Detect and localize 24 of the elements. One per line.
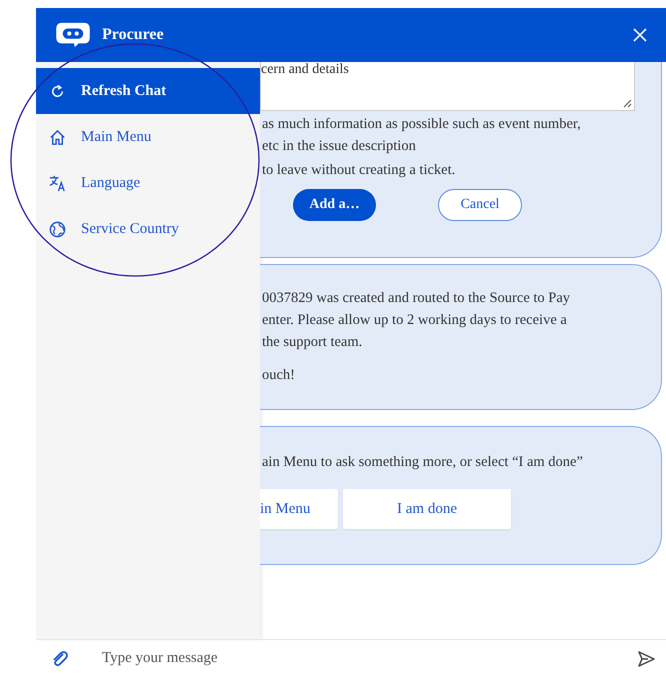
message-text: ain Menu to ask something more, or select “I am done” (261, 453, 584, 472)
menu-item[interactable]: Main Menu (36, 114, 260, 160)
issue-textarea[interactable]: cern and details (260, 62, 635, 111)
globe-icon (48, 220, 67, 238)
window-title: Procuree (102, 26, 165, 44)
resize-grip-icon (622, 98, 632, 108)
menu-item[interactable]: Language (36, 160, 260, 206)
message-text: etc in the issue description (261, 137, 417, 156)
message-text: 0037829 was created and routed to the Source to Pay (261, 289, 572, 308)
choice-button[interactable]: I am done (343, 489, 511, 529)
action-button[interactable]: Cancel (438, 189, 522, 221)
message-text: as much information as possible such as event number, (261, 115, 582, 134)
translate-icon (48, 174, 67, 192)
menu-item[interactable]: Service Country (36, 206, 260, 252)
choice-button[interactable]: in Menu (260, 489, 338, 529)
message-text: the support team. (261, 333, 364, 352)
message-text: to leave without creating a ticket. (261, 161, 456, 180)
menu-item[interactable]: Refresh Chat (36, 68, 260, 114)
message-text: ouch! (261, 366, 296, 385)
action-button[interactable]: Add a… (293, 189, 376, 221)
send-icon[interactable] (636, 648, 656, 668)
message-text: enter. Please allow up to 2 working days to receive a (261, 311, 568, 330)
robot-logo-icon (54, 21, 92, 49)
home-icon (48, 128, 67, 146)
